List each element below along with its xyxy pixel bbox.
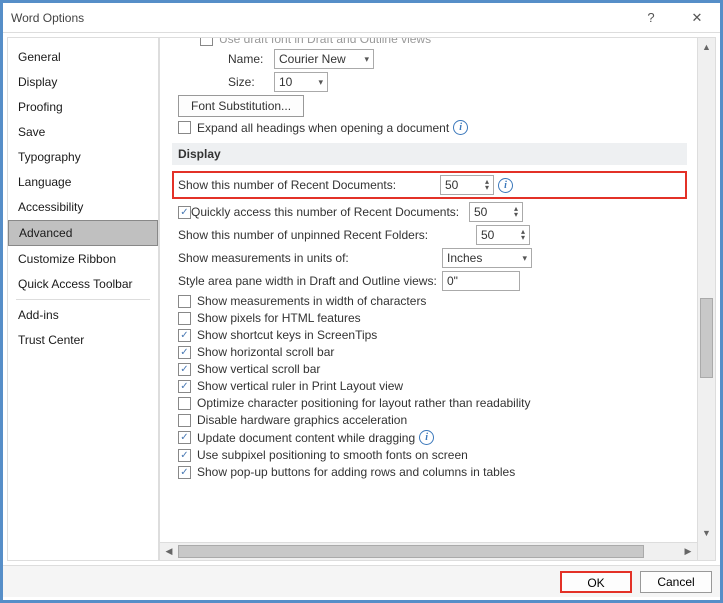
display-option-row: ✓ Show horizontal scroll bar: [178, 345, 687, 359]
checkbox-label: Show pixels for HTML features: [197, 311, 361, 325]
quick-access-spinner[interactable]: 50 ▴▾: [469, 202, 523, 222]
ok-button[interactable]: OK: [560, 571, 632, 593]
recent-docs-label: Show this number of Recent Documents:: [178, 178, 440, 192]
unpinned-folders-spinner[interactable]: 50 ▴▾: [476, 225, 530, 245]
expand-headings-label: Expand all headings when opening a docum…: [197, 121, 449, 135]
scroll-up-arrow[interactable]: ▲: [698, 38, 715, 56]
checkbox[interactable]: [178, 397, 191, 410]
scroll-down-arrow[interactable]: ▼: [698, 524, 715, 542]
info-icon[interactable]: i: [498, 178, 513, 193]
checkbox[interactable]: ✓: [178, 466, 191, 479]
checkbox-label: Show shortcut keys in ScreenTips: [197, 328, 377, 342]
checkbox[interactable]: [178, 295, 191, 308]
sidebar-item-advanced[interactable]: Advanced: [8, 220, 158, 246]
font-size-combo[interactable]: 10▾: [274, 72, 328, 92]
measurements-label: Show measurements in units of:: [178, 251, 442, 265]
display-option-row: Disable hardware graphics acceleration: [178, 413, 687, 427]
info-icon[interactable]: i: [419, 430, 434, 445]
unpinned-folders-label: Show this number of unpinned Recent Fold…: [178, 228, 476, 242]
display-option-row: ✓ Show pop-up buttons for adding rows and…: [178, 465, 687, 479]
sidebar-item-display[interactable]: Display: [8, 70, 158, 94]
display-option-row: Optimize character positioning for layou…: [178, 396, 687, 410]
checkbox-label: Show vertical ruler in Print Layout view: [197, 379, 403, 393]
window-title: Word Options: [11, 11, 628, 25]
sidebar-item-accessibility[interactable]: Accessibility: [8, 195, 158, 219]
checkbox[interactable]: ✓: [178, 329, 191, 342]
sidebar-item-language[interactable]: Language: [8, 170, 158, 194]
horizontal-scrollbar[interactable]: ◀ ▶: [160, 542, 697, 560]
checkbox-label: Show pop-up buttons for adding rows and …: [197, 465, 515, 479]
checkbox-label: Show vertical scroll bar: [197, 362, 320, 376]
checkbox[interactable]: [178, 414, 191, 427]
checkbox[interactable]: ✓: [178, 380, 191, 393]
quick-access-checkbox[interactable]: ✓: [178, 206, 191, 219]
recent-docs-spinner[interactable]: 50 ▴▾: [440, 175, 494, 195]
quick-access-label: Quickly access this number of Recent Doc…: [191, 205, 469, 219]
sidebar-item-proofing[interactable]: Proofing: [8, 95, 158, 119]
checkbox[interactable]: ✓: [178, 449, 191, 462]
font-name-combo[interactable]: Courier New▾: [274, 49, 374, 69]
display-option-row: ✓ Show shortcut keys in ScreenTips: [178, 328, 687, 342]
close-button[interactable]: ✕: [674, 4, 720, 32]
help-button[interactable]: ?: [628, 4, 674, 32]
display-option-row: Show pixels for HTML features: [178, 311, 687, 325]
checkbox-label: Update document content while dragging: [197, 431, 415, 445]
checkbox-label: Show measurements in width of characters: [197, 294, 426, 308]
display-option-row: ✓ Show vertical scroll bar: [178, 362, 687, 376]
checkbox-label: Show horizontal scroll bar: [197, 345, 334, 359]
checkbox-label: Use subpixel positioning to smooth fonts…: [197, 448, 468, 462]
sidebar-item-quick-access[interactable]: Quick Access Toolbar: [8, 272, 158, 296]
style-area-input[interactable]: 0": [442, 271, 520, 291]
options-content: Use draft font in Draft and Outline view…: [160, 38, 697, 560]
vertical-scrollbar[interactable]: ▲ ▼: [697, 38, 715, 560]
draft-font-checkbox[interactable]: [200, 38, 213, 46]
sidebar-item-typography[interactable]: Typography: [8, 145, 158, 169]
title-bar: Word Options ? ✕: [3, 3, 720, 33]
font-name-label: Name:: [228, 52, 274, 66]
display-option-row: Show measurements in width of characters: [178, 294, 687, 308]
scroll-left-arrow[interactable]: ◀: [160, 546, 178, 557]
style-area-label: Style area pane width in Draft and Outli…: [178, 274, 442, 288]
category-sidebar: General Display Proofing Save Typography…: [7, 37, 159, 561]
measurements-combo[interactable]: Inches▾: [442, 248, 532, 268]
checkbox-label: Disable hardware graphics acceleration: [197, 413, 407, 427]
checkbox[interactable]: ✓: [178, 363, 191, 376]
section-header-display: Display: [172, 143, 687, 165]
sidebar-item-customize-ribbon[interactable]: Customize Ribbon: [8, 247, 158, 271]
font-size-label: Size:: [228, 75, 274, 89]
display-option-row: ✓ Update document content while dragging i: [178, 430, 687, 445]
checkbox-label: Optimize character positioning for layou…: [197, 396, 531, 410]
sidebar-item-save[interactable]: Save: [8, 120, 158, 144]
expand-headings-checkbox[interactable]: [178, 121, 191, 134]
draft-font-label: Use draft font in Draft and Outline view…: [219, 38, 431, 46]
sidebar-item-general[interactable]: General: [8, 45, 158, 69]
sidebar-item-addins[interactable]: Add-ins: [8, 303, 158, 327]
checkbox[interactable]: [178, 312, 191, 325]
scroll-thumb[interactable]: [700, 298, 713, 378]
info-icon[interactable]: i: [453, 120, 468, 135]
checkbox[interactable]: ✓: [178, 431, 191, 444]
scroll-right-arrow[interactable]: ▶: [679, 546, 697, 557]
hscroll-thumb[interactable]: [178, 545, 644, 558]
font-substitution-button[interactable]: Font Substitution...: [178, 95, 304, 117]
display-option-row: ✓ Use subpixel positioning to smooth font…: [178, 448, 687, 462]
dialog-buttons: OK Cancel: [3, 565, 720, 597]
display-option-row: ✓ Show vertical ruler in Print Layout vie…: [178, 379, 687, 393]
cancel-button[interactable]: Cancel: [640, 571, 712, 593]
checkbox[interactable]: ✓: [178, 346, 191, 359]
sidebar-item-trust-center[interactable]: Trust Center: [8, 328, 158, 352]
